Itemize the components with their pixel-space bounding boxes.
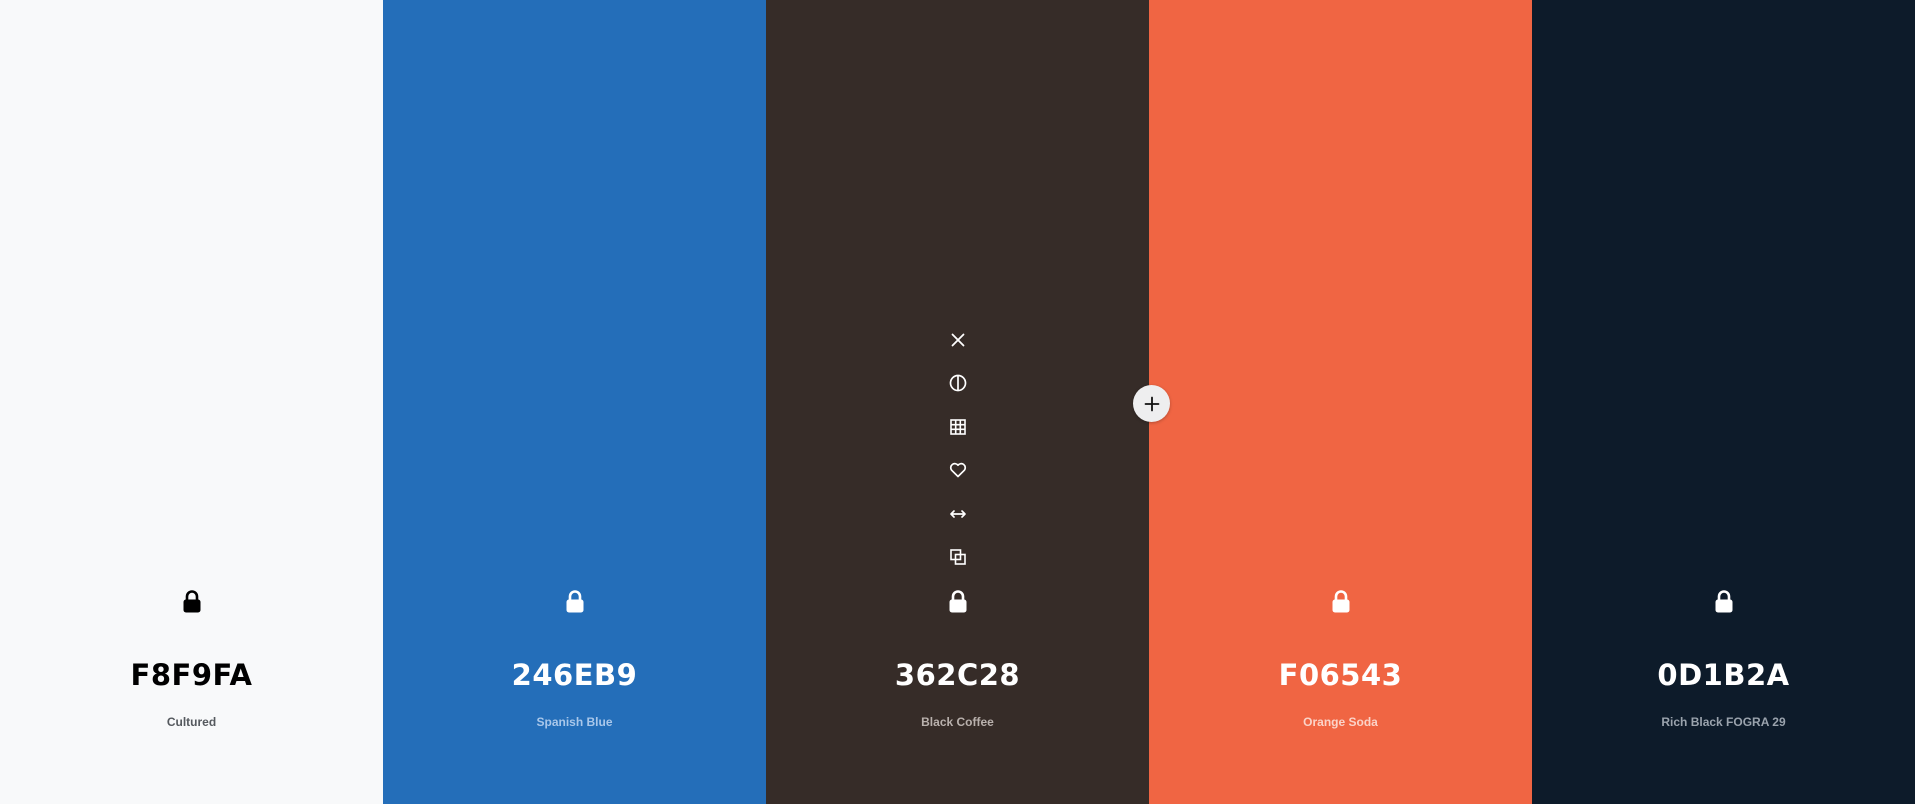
swatch-4[interactable]: F06543 Orange Soda [1149, 0, 1532, 804]
lock-icon[interactable] [1326, 587, 1356, 617]
heart-icon[interactable] [943, 455, 973, 485]
copy-icon[interactable] [943, 542, 973, 572]
plus-icon [1144, 396, 1159, 411]
swatch-1[interactable]: F8F9FA Cultured [0, 0, 383, 804]
contrast-icon[interactable] [943, 368, 973, 398]
color-name[interactable]: Rich Black FOGRA 29 [1532, 714, 1915, 730]
lock-icon[interactable] [560, 587, 590, 617]
lock-icon[interactable] [943, 587, 973, 617]
color-palette: F8F9FA Cultured 246EB9 Spanish Blue 362C… [0, 0, 1915, 804]
lock-icon[interactable] [177, 587, 207, 617]
hex-code[interactable]: 362C28 [766, 655, 1149, 695]
arrows-horizontal-icon[interactable] [943, 499, 973, 529]
color-name[interactable]: Spanish Blue [383, 714, 766, 730]
color-name[interactable]: Orange Soda [1149, 714, 1532, 730]
close-icon[interactable] [943, 325, 973, 355]
hex-code[interactable]: 0D1B2A [1532, 655, 1915, 695]
grid-icon[interactable] [943, 412, 973, 442]
color-name[interactable]: Black Coffee [766, 714, 1149, 730]
hex-code[interactable]: 246EB9 [383, 655, 766, 695]
hex-code[interactable]: F8F9FA [0, 655, 383, 695]
swatch-5[interactable]: 0D1B2A Rich Black FOGRA 29 [1532, 0, 1915, 804]
color-name[interactable]: Cultured [0, 714, 383, 730]
hex-code[interactable]: F06543 [1149, 655, 1532, 695]
swatch-2[interactable]: 246EB9 Spanish Blue [383, 0, 766, 804]
swatch-toolbar [943, 325, 973, 585]
lock-icon[interactable] [1709, 587, 1739, 617]
add-color-button[interactable] [1133, 385, 1170, 422]
swatch-3[interactable]: 362C28 Black Coffee [766, 0, 1149, 804]
